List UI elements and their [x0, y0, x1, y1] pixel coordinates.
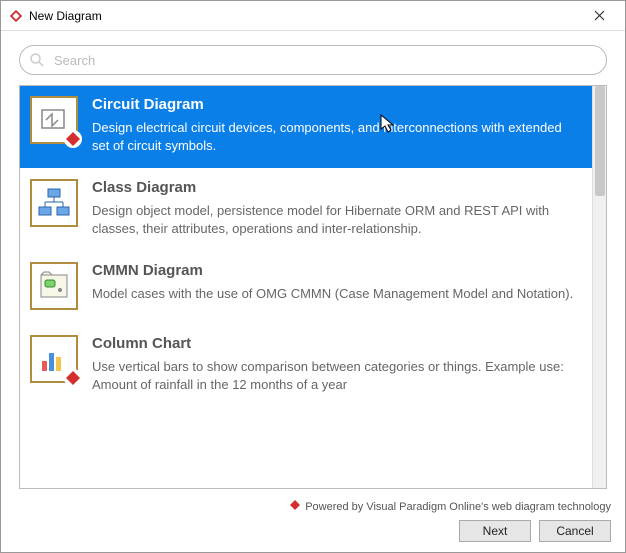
- list-item-column[interactable]: Column Chart Use vertical bars to show c…: [20, 325, 592, 408]
- list-item-class[interactable]: Class Diagram Design object model, persi…: [20, 169, 592, 252]
- item-title: Column Chart: [92, 335, 580, 352]
- search-input[interactable]: [19, 45, 607, 75]
- window-title: New Diagram: [29, 9, 579, 23]
- search-icon: [29, 52, 45, 68]
- vp-small-icon: [289, 499, 301, 514]
- titlebar: New Diagram: [1, 1, 625, 31]
- diagram-list[interactable]: Circuit Diagram Design electrical circui…: [20, 86, 592, 488]
- list-item-cmmn[interactable]: CMMN Diagram Model cases with the use of…: [20, 252, 592, 325]
- item-desc: Use vertical bars to show comparison bet…: [92, 358, 580, 393]
- scrollbar[interactable]: [592, 86, 606, 488]
- cancel-button[interactable]: Cancel: [539, 520, 611, 542]
- item-text: Column Chart Use vertical bars to show c…: [92, 335, 580, 393]
- powered-text: Powered by Visual Paradigm Online's web …: [305, 501, 611, 513]
- item-desc: Design object model, persistence model f…: [92, 202, 580, 237]
- powered-label: Powered by Visual Paradigm Online's web …: [15, 499, 611, 514]
- vp-badge-icon: [64, 130, 82, 148]
- item-title: Class Diagram: [92, 179, 580, 196]
- button-row: Next Cancel: [15, 520, 611, 542]
- close-button[interactable]: [579, 2, 619, 30]
- scrollbar-thumb[interactable]: [595, 86, 605, 196]
- dialog-content: Circuit Diagram Design electrical circui…: [1, 31, 625, 493]
- item-title: CMMN Diagram: [92, 262, 580, 279]
- item-title: Circuit Diagram: [92, 96, 580, 113]
- item-desc: Model cases with the use of OMG CMMN (Ca…: [92, 285, 580, 303]
- thumb-cmmn-icon: [30, 262, 78, 310]
- thumb-circuit-icon: [30, 96, 78, 144]
- item-text: Class Diagram Design object model, persi…: [92, 179, 580, 237]
- thumb-column-icon: [30, 335, 78, 383]
- app-icon: [9, 9, 23, 23]
- item-text: CMMN Diagram Model cases with the use of…: [92, 262, 580, 310]
- item-text: Circuit Diagram Design electrical circui…: [92, 96, 580, 154]
- footer: Powered by Visual Paradigm Online's web …: [1, 493, 625, 552]
- vp-badge-icon: [64, 369, 82, 387]
- thumb-class-icon: [30, 179, 78, 227]
- list-item-circuit[interactable]: Circuit Diagram Design electrical circui…: [20, 86, 592, 169]
- next-button[interactable]: Next: [459, 520, 531, 542]
- diagram-list-container: Circuit Diagram Design electrical circui…: [19, 85, 607, 489]
- item-desc: Design electrical circuit devices, compo…: [92, 119, 580, 154]
- search-wrap: [19, 45, 607, 75]
